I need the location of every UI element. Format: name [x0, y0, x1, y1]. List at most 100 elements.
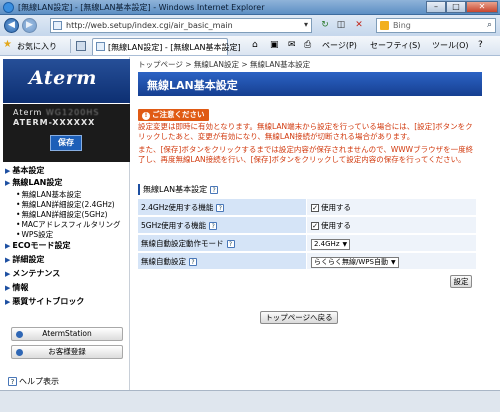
help-icon[interactable]: ? [478, 40, 483, 50]
sidebar-subitem-wps[interactable]: •WPS設定 [16, 229, 53, 240]
ie-icon [3, 2, 14, 13]
sidebar: Aterm Aterm WG1200HS ATERM-XXXXXX 保存 ▶ 基本… [3, 57, 130, 390]
window-title: [無線LAN設定] - [無線LAN基本設定] - Windows Intern… [18, 3, 265, 12]
row-value: ✓ 使用する [307, 217, 476, 234]
mail-icon[interactable]: ✉ [288, 40, 296, 50]
back-to-top-button[interactable]: トップページへ戻る [260, 311, 338, 324]
enable-5ghz-checkbox[interactable]: ✓ [311, 222, 319, 230]
triangle-icon: ▶ [5, 284, 11, 292]
address-bar: ◀ ▶ http://web.setup/index.cgi/air_basic… [0, 15, 500, 36]
triangle-icon: ▶ [5, 256, 11, 264]
help-icon: ? [8, 377, 17, 386]
stop-icon[interactable]: ✕ [352, 19, 366, 32]
page-title: 無線LAN基本設定 [147, 79, 238, 92]
enable-24ghz-checkbox[interactable]: ✓ [311, 204, 319, 212]
aterm-logo: Aterm [29, 67, 97, 89]
search-icon[interactable]: ⌕ [487, 20, 492, 30]
safety-menu[interactable]: セーフティ(S) [370, 40, 420, 51]
model-prefix: Aterm [13, 108, 46, 117]
forward-button[interactable]: ▶ [22, 18, 37, 33]
status-bar [0, 390, 500, 412]
sidebar-item-eco[interactable]: ▶ ECOモード設定 [5, 240, 71, 251]
url-text: http://web.setup/index.cgi/air_basic_mai… [66, 21, 233, 30]
model-name: Aterm WG1200HS [13, 108, 99, 117]
feeds-icon[interactable]: ▣ [270, 40, 279, 50]
triangle-icon: ▶ [5, 242, 11, 250]
favorites-bar: ★ お気に入り [無線LAN設定] - [無線LAN基本設定] ⌂ ▣ ✉ ⎙ … [0, 36, 500, 56]
close-button[interactable]: ✕ [466, 1, 498, 13]
tools-menu[interactable]: ツール(O) [432, 40, 469, 51]
sidebar-item-basic[interactable]: ▶ 基本設定 [5, 165, 44, 176]
page-viewport: Aterm Aterm WG1200HS ATERM-XXXXXX 保存 ▶ 基本… [0, 57, 500, 390]
page-icon [96, 42, 105, 51]
divider [70, 39, 71, 53]
page-menu[interactable]: ページ(P) [322, 40, 357, 51]
help-icon[interactable]: ? [209, 222, 218, 230]
sidebar-item-site-block[interactable]: ▶ 悪質サイトブロック [5, 296, 84, 307]
home-icon[interactable]: ⌂ [252, 40, 258, 50]
row-value: ✓ 使用する [307, 199, 476, 216]
triangle-icon: ▶ [5, 167, 11, 175]
bing-icon [380, 21, 389, 30]
set-button[interactable]: 設定 [450, 275, 472, 288]
table-row: 2.4GHz使用する機能? ✓ 使用する [138, 199, 476, 216]
circle-icon [16, 331, 23, 338]
device-name: ATERM-XXXXXX [13, 118, 96, 127]
tab-label: [無線LAN設定] - [無線LAN基本設定] [108, 43, 241, 52]
window-titlebar: [無線LAN設定] - [無線LAN基本設定] - Windows Intern… [0, 0, 500, 15]
triangle-icon: ▶ [5, 298, 11, 306]
table-row: 5GHz使用する機能? ✓ 使用する [138, 217, 476, 234]
notice-badge: ! ご注意ください [138, 109, 209, 121]
chevron-down-icon[interactable]: ▾ [304, 20, 308, 29]
sidebar-item-wireless[interactable]: ▶ 無線LAN設定 [5, 177, 62, 188]
help-link[interactable]: ? ヘルプ表示 [8, 376, 59, 387]
main-content: トップページ > 無線LAN設定 > 無線LAN基本設定 無線LAN基本設定 !… [134, 57, 486, 390]
row-label: 5GHz使用する機能? [138, 217, 306, 234]
compat-icon[interactable]: ◫ [334, 19, 348, 32]
table-row: 無線自動設定動作モード? 2.4GHz ▼ [138, 235, 476, 252]
exclamation-icon: ! [142, 112, 150, 120]
refresh-icon[interactable]: ↻ [318, 19, 332, 32]
register-button[interactable]: お客様登録 [11, 345, 123, 359]
triangle-icon: ▶ [5, 270, 11, 278]
row-label: 無線自動設定動作モード? [138, 235, 306, 252]
sidebar-item-maintenance[interactable]: ▶ メンテナンス [5, 268, 60, 279]
help-icon[interactable]: ? [210, 186, 219, 194]
url-field[interactable]: http://web.setup/index.cgi/air_basic_mai… [50, 18, 312, 33]
model-panel: Aterm WG1200HS ATERM-XXXXXX 保存 [3, 104, 130, 162]
notice-text-1: 設定変更は即時に有効となります。無線LAN端末から設定を行っている場合には、[設… [138, 122, 473, 141]
model-masked: WG1200HS [45, 108, 100, 117]
section-title: 無線LAN基本設定? [138, 184, 219, 195]
auto-mode-select[interactable]: 2.4GHz ▼ [311, 238, 351, 250]
row-value: 2.4GHz ▼ [307, 235, 476, 252]
sidebar-item-advanced[interactable]: ▶ 詳細設定 [5, 254, 44, 265]
help-icon[interactable]: ? [226, 240, 235, 248]
aterm-station-button[interactable]: AtermStation [11, 327, 123, 341]
back-button[interactable]: ◀ [4, 18, 19, 33]
chevron-down-icon: ▼ [390, 258, 396, 266]
minimize-button[interactable]: – [426, 1, 446, 13]
triangle-icon: ▶ [5, 179, 11, 187]
favorites-star-icon[interactable]: ★ [3, 39, 12, 50]
row-label: 2.4GHz使用する機能? [138, 199, 306, 216]
page-icon [53, 21, 62, 30]
breadcrumb: トップページ > 無線LAN設定 > 無線LAN基本設定 [138, 60, 311, 69]
help-icon[interactable]: ? [189, 258, 197, 266]
table-row: 無線自動設定? らくらく無線/WPS自動 ▼ [138, 253, 476, 270]
print-icon[interactable]: ⎙ [304, 40, 311, 50]
page-header: 無線LAN基本設定 [138, 72, 482, 96]
row-value: らくらく無線/WPS自動 ▼ [307, 253, 476, 270]
quick-tabs-icon[interactable] [76, 41, 86, 51]
help-icon[interactable]: ? [216, 204, 225, 212]
logo-panel: Aterm [3, 59, 130, 103]
browser-tab[interactable]: [無線LAN設定] - [無線LAN基本設定] [92, 38, 241, 55]
search-field[interactable]: Bing ⌕ [376, 18, 496, 33]
save-button[interactable]: 保存 [50, 135, 82, 151]
row-label: 無線自動設定? [138, 253, 306, 270]
chevron-down-icon: ▼ [342, 240, 348, 248]
maximize-button[interactable]: □ [446, 1, 466, 13]
favorites-button[interactable]: お気に入り [17, 41, 57, 52]
search-placeholder: Bing [393, 21, 411, 30]
auto-setting-select[interactable]: らくらく無線/WPS自動 ▼ [311, 256, 399, 268]
sidebar-item-info[interactable]: ▶ 情報 [5, 282, 28, 293]
